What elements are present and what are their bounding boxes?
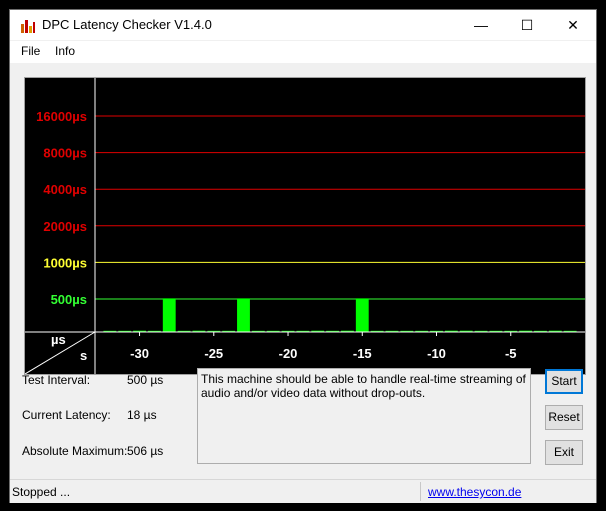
minimize-button[interactable]: — bbox=[458, 10, 504, 40]
exit-button[interactable]: Exit bbox=[545, 440, 583, 465]
latency-bar bbox=[162, 298, 176, 332]
y-tick-label: 8000µs bbox=[43, 146, 87, 161]
start-button[interactable]: Start bbox=[545, 369, 583, 394]
absolute-maximum-label: Absolute Maximum: bbox=[22, 444, 128, 458]
absolute-maximum-value: 506 µs bbox=[127, 444, 164, 458]
menu-file[interactable]: File bbox=[21, 44, 40, 58]
app-window: DPC Latency Checker V1.4.0 — ☐ ✕ File In… bbox=[9, 9, 597, 503]
status-divider bbox=[420, 482, 421, 501]
y-tick-label: 16000µs bbox=[36, 109, 87, 124]
y-tick-label: 4000µs bbox=[43, 182, 87, 197]
title-bar: DPC Latency Checker V1.4.0 — ☐ ✕ bbox=[10, 10, 596, 40]
reset-button[interactable]: Reset bbox=[545, 405, 583, 430]
current-latency-value: 18 µs bbox=[127, 408, 157, 422]
status-text: Stopped ... bbox=[12, 485, 71, 499]
y-tick-label: 500µs bbox=[51, 292, 87, 307]
latency-chart: 16000µs 8000µs 4000µs 2000µs 1000µs 500µs µss -… bbox=[25, 78, 585, 374]
maximize-button[interactable]: ☐ bbox=[504, 10, 550, 40]
status-message: This machine should be able to handle re… bbox=[197, 368, 531, 464]
corner-unit-us: µs bbox=[51, 332, 66, 347]
corner-unit-s: s bbox=[80, 348, 87, 363]
x-tick-label: -5 bbox=[505, 346, 517, 361]
app-logo-icon bbox=[21, 20, 35, 33]
menu-bar: File Info bbox=[10, 41, 596, 63]
test-interval-label: Test Interval: bbox=[22, 373, 91, 387]
current-latency-label: Current Latency: bbox=[22, 408, 111, 422]
test-interval-value: 500 µs bbox=[127, 373, 164, 387]
menu-info[interactable]: Info bbox=[55, 44, 75, 58]
y-tick-label: 1000µs bbox=[43, 255, 87, 270]
x-tick-label: -10 bbox=[427, 346, 446, 361]
x-tick-label: -30 bbox=[130, 346, 149, 361]
x-tick-label: -20 bbox=[279, 346, 298, 361]
latency-bar bbox=[237, 298, 250, 332]
window-title: DPC Latency Checker V1.4.0 bbox=[42, 17, 212, 32]
latency-bar bbox=[355, 298, 369, 332]
x-tick-label: -25 bbox=[204, 346, 223, 361]
x-tick-label: -15 bbox=[353, 346, 372, 361]
status-bar: Stopped ... www.thesycon.de bbox=[10, 479, 596, 503]
website-link[interactable]: www.thesycon.de bbox=[428, 485, 521, 499]
close-button[interactable]: ✕ bbox=[550, 10, 596, 40]
y-tick-label: 2000µs bbox=[43, 219, 87, 234]
latency-graph: 16000µs 8000µs 4000µs 2000µs 1000µs 500µs µs s -… bbox=[24, 77, 586, 375]
